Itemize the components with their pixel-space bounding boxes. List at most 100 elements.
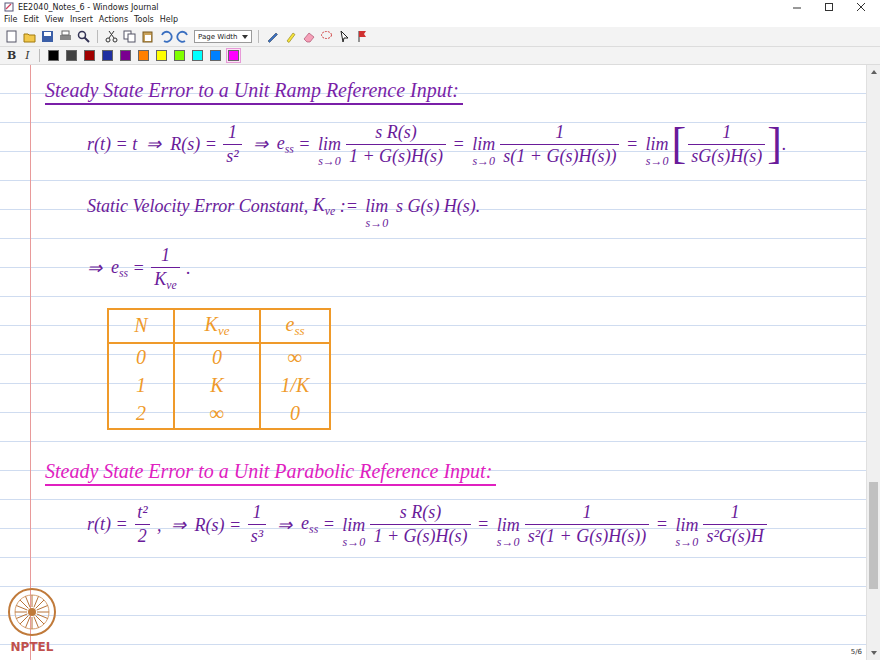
flag-button[interactable]: [355, 29, 370, 44]
menu-item[interactable]: View: [45, 15, 64, 26]
menu-item[interactable]: Tools: [134, 15, 154, 26]
scroll-down-button[interactable]: [867, 646, 880, 660]
math-text: .: [782, 134, 787, 155]
math-limit: lims→0: [646, 135, 669, 167]
eraser-button[interactable]: [301, 29, 316, 44]
zoom-value: Page Width: [198, 33, 238, 41]
fraction-numerator: 1: [719, 122, 734, 144]
journal-window: EE2040_Notes_6 - Windows JournalFileEdit…: [0, 0, 880, 660]
menu-item[interactable]: Actions: [99, 15, 128, 26]
fraction-numerator: 1: [225, 122, 240, 144]
fraction-numerator: s R(s): [372, 122, 420, 144]
color-swatch[interactable]: [208, 48, 223, 63]
format-button[interactable]: B: [4, 49, 19, 62]
math-text: 1: [252, 502, 261, 522]
workspace: Steady State Error to a Unit Ramp Refere…: [0, 65, 880, 660]
color-swatch[interactable]: [100, 48, 115, 63]
scroll-up-button[interactable]: [867, 65, 880, 79]
lasso-icon: [319, 29, 334, 44]
color-swatch[interactable]: [226, 48, 241, 63]
fraction-numerator: s R(s): [397, 502, 445, 524]
color-swatch[interactable]: [46, 48, 61, 63]
math-text: .: [182, 258, 191, 279]
cut-button[interactable]: [104, 29, 119, 44]
swatch-fill: [192, 50, 203, 61]
swatch-fill: [174, 50, 185, 61]
math-text: t²: [137, 502, 147, 522]
math-fraction: 1 s²G(s)H: [703, 502, 766, 547]
math-fraction: t²2: [134, 502, 150, 547]
redo-icon: [176, 29, 191, 44]
zoom-select[interactable]: Page Width: [194, 30, 252, 43]
save-button[interactable]: [40, 29, 55, 44]
menu-item[interactable]: Insert: [70, 15, 93, 26]
math-text: :=: [335, 196, 362, 217]
color-swatch[interactable]: [190, 48, 205, 63]
math-text: =: [473, 514, 494, 535]
color-swatch[interactable]: [64, 48, 79, 63]
math-text: s²G(s)H: [706, 526, 763, 546]
color-swatch[interactable]: [82, 48, 97, 63]
math-limit: lims→0: [497, 516, 520, 548]
scroll-track[interactable]: [867, 79, 880, 646]
limit-approach: s→0: [472, 155, 495, 167]
math-text: =: [318, 514, 339, 535]
open-icon: [22, 29, 37, 44]
color-swatch[interactable]: [118, 48, 133, 63]
math-text: 1 + G(s)H(s): [349, 146, 443, 166]
swatch-fill: [120, 50, 131, 61]
undo-button[interactable]: [158, 29, 173, 44]
math-symbol: ess: [301, 513, 318, 536]
math-text: s³: [251, 526, 263, 546]
table-header: Kve: [175, 310, 261, 344]
standard-toolbar: Page Width: [0, 27, 880, 47]
vertical-scrollbar[interactable]: [866, 65, 880, 660]
note-page[interactable]: Steady State Error to a Unit Ramp Refere…: [0, 65, 866, 660]
open-button[interactable]: [22, 29, 37, 44]
fraction-numerator: 1: [249, 502, 264, 524]
format-button[interactable]: I: [22, 49, 32, 62]
math-text: 1: [731, 502, 740, 522]
color-swatch[interactable]: [172, 48, 187, 63]
math-fraction: s R(s)1 + G(s)H(s): [346, 122, 446, 167]
highlighter-button[interactable]: [283, 29, 298, 44]
equation-line: Static Velocity Error Constant, Kve := l…: [45, 183, 866, 229]
maximize-button[interactable]: [824, 2, 834, 12]
table-cell: ∞: [261, 344, 329, 372]
color-swatch[interactable]: [154, 48, 169, 63]
fraction-denominator: 1 + G(s)H(s): [346, 144, 446, 167]
new-button[interactable]: [4, 29, 19, 44]
math-fraction: s R(s)1 + G(s)H(s): [370, 502, 470, 547]
limit-word: lim: [646, 135, 669, 153]
math-fraction: 1Kve: [151, 245, 179, 292]
flag-icon: [355, 29, 370, 44]
menu-item[interactable]: Help: [160, 15, 178, 26]
math-fraction: 1s(1 + G(s)H(s)): [500, 122, 619, 167]
cut-icon: [104, 29, 119, 44]
math-subscript: ve: [325, 204, 335, 217]
lasso-button[interactable]: [319, 29, 334, 44]
limit-word: lim: [342, 516, 365, 534]
fraction-denominator: s(1 + G(s)H(s)): [500, 144, 619, 167]
print-button[interactable]: [58, 29, 73, 44]
color-swatch[interactable]: [136, 48, 151, 63]
error-table: NKveess00∞1K1/K2∞0: [107, 308, 331, 430]
swatch-fill: [156, 50, 167, 61]
menu-item[interactable]: File: [4, 15, 17, 26]
close-icon: [856, 2, 866, 12]
minimize-button[interactable]: [792, 2, 802, 12]
section-heading: Steady State Error to a Unit Parabolic R…: [45, 460, 496, 486]
copy-button[interactable]: [122, 29, 137, 44]
select-button[interactable]: [337, 29, 352, 44]
menu-item[interactable]: Edit: [23, 15, 39, 26]
scroll-thumb[interactable]: [869, 482, 878, 590]
find-button[interactable]: [76, 29, 91, 44]
math-bracket: [1sG(s)H(s)]: [672, 122, 782, 167]
paste-button[interactable]: [140, 29, 155, 44]
redo-button[interactable]: [176, 29, 191, 44]
close-button[interactable]: [856, 2, 866, 12]
equation-line: r(t) = t ⇒ R(s) = 1s² ⇒ ess = lims→0s R(…: [45, 121, 866, 167]
pen-button[interactable]: [265, 29, 280, 44]
equation-line: r(t) = t²2 , ⇒ R(s) = 1s³ ⇒ ess = lims→0…: [45, 502, 866, 548]
new-icon: [4, 29, 19, 44]
